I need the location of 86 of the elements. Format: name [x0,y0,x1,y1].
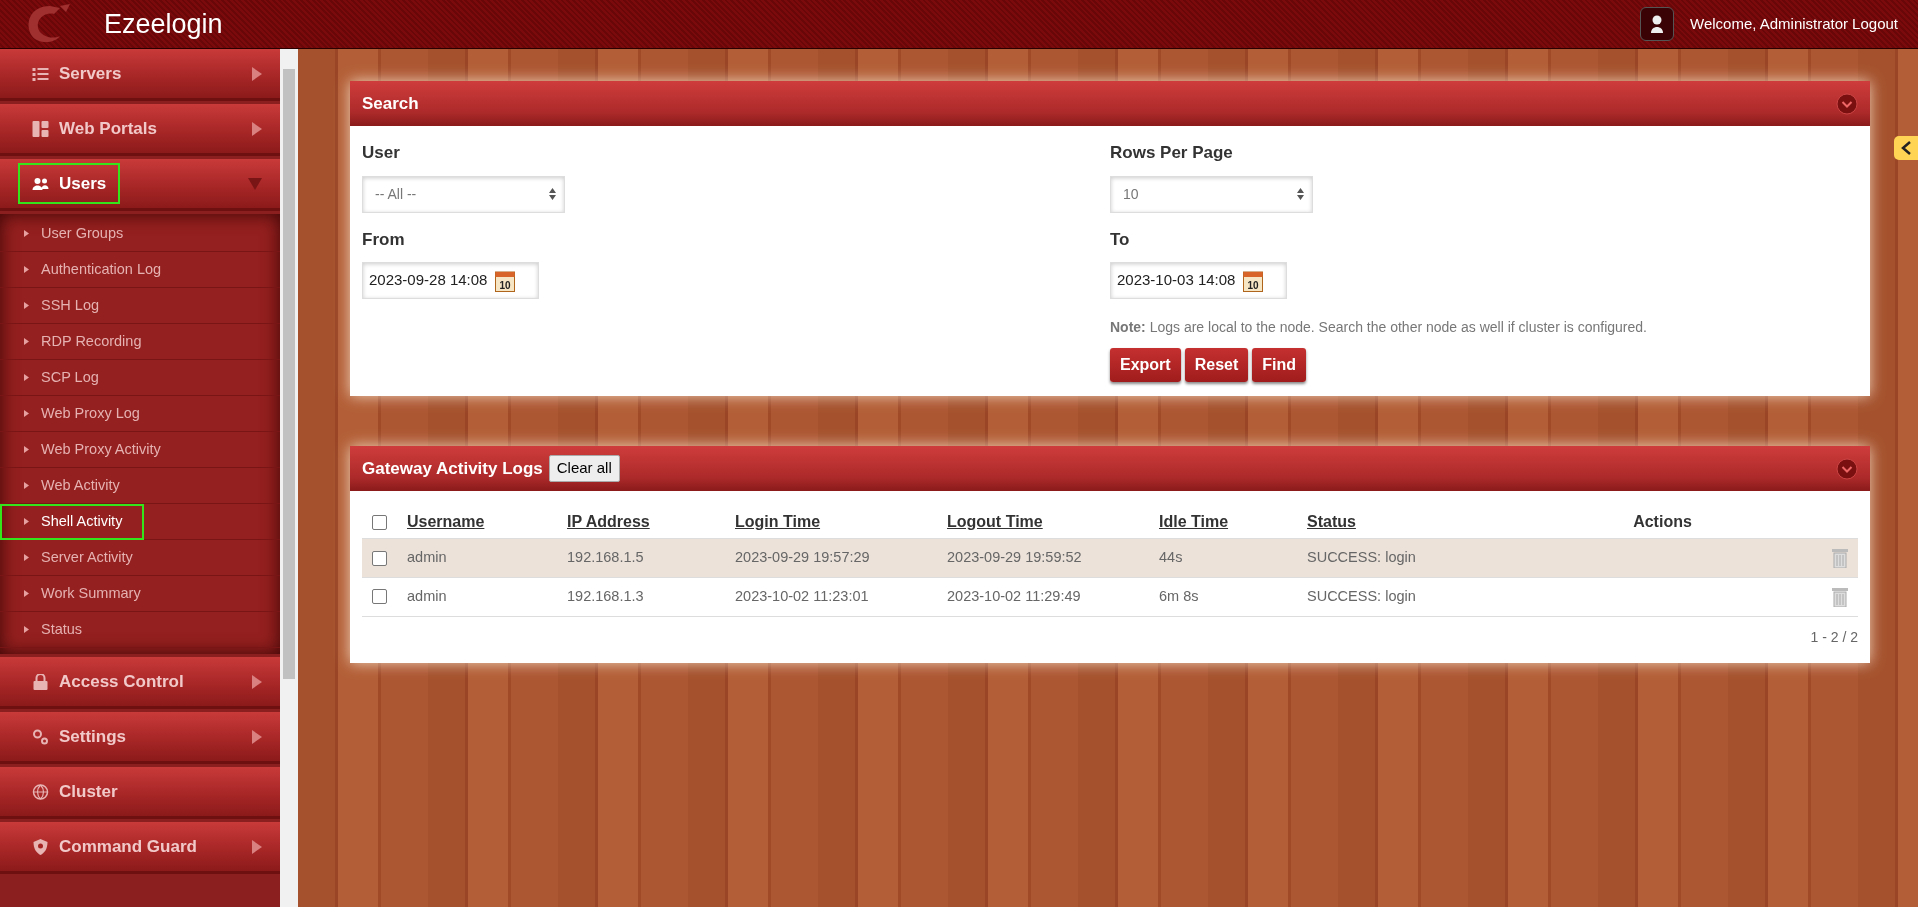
user-avatar-icon [1640,7,1674,41]
layout-icon [32,120,49,137]
caret-right-icon [24,410,29,417]
date-field[interactable]: 2023-10-03 14:08 10 [1110,262,1287,299]
caret-right-icon [252,66,262,81]
calendar-icon: 10 [495,269,516,292]
list-icon [32,65,49,82]
select-all-checkbox[interactable] [372,515,387,531]
select-field[interactable]: 10 [1110,175,1313,213]
caret-right-icon [24,446,29,453]
table-row[interactable]: admin 192.168.1.5 2023-09-29 19:57:29 2023-09-29 19:59:52 44s SUCCESS: login [362,538,1858,578]
select-field[interactable]: -- All -- [362,175,565,213]
caret-right-icon [24,302,29,309]
pagination-text: 1 - 2 / 2 [1810,628,1858,645]
users-icon [32,175,49,192]
caret-right-icon [24,518,29,525]
caret-right-icon [252,729,262,744]
caret-right-icon [24,554,29,561]
action-button[interactable]: Find [1252,348,1306,382]
sort-arrows-icon [549,188,556,200]
shield-icon [32,838,49,855]
collapse-icon [1836,92,1858,115]
table-cell: 2023-10-02 11:23:01 [735,587,869,604]
caret-right-icon [24,482,29,489]
table-cell: 2023-09-29 19:57:29 [735,549,870,565]
caret-right-icon [24,338,29,345]
caret-right-icon [24,626,29,633]
scrollbar[interactable] [280,49,298,907]
sidebar-menu-item[interactable]: Access Control [0,657,280,709]
table-cell: 2023-09-29 19:59:52 [947,549,1082,565]
clear-all-button[interactable]: Clear all [548,455,620,482]
date-field[interactable]: 2023-09-28 14:08 10 [362,262,539,299]
gears-icon [32,728,49,745]
brand-title: Ezeelogin [104,7,223,41]
panel-title: Gateway Activity Logs [362,457,543,480]
table-cell: admin [407,587,447,604]
table-row[interactable]: admin 192.168.1.3 2023-10-02 11:23:01 2023-10-02 11:29:49 6m 8s SUCCESS: login [362,577,1858,616]
caret-right-icon [24,374,29,381]
caret-right-icon [252,121,262,136]
caret-down-icon [248,177,262,190]
column-header-link[interactable]: Username [407,513,485,530]
globe-icon [32,783,49,800]
field-label: User [362,142,401,164]
table-cell: 44s [1159,549,1183,565]
lock-icon [32,673,49,690]
field-label: From [362,228,406,251]
calendar-icon: 10 [1243,269,1264,292]
table-cell: SUCCESS: login [1307,587,1416,604]
field-label: To [1110,228,1131,251]
note-text: Note: Logs are local to the node. Search the other node as well if cluster is configured. [1110,318,1648,337]
row-checkbox[interactable] [372,550,387,566]
chevron-left-icon [1901,141,1911,155]
table-cell: 192.168.1.5 [567,549,644,565]
sidebar-menu-item[interactable]: Cluster [0,767,280,819]
action-button[interactable]: Export [1110,348,1181,382]
row-checkbox[interactable] [372,589,387,605]
caret-right-icon [24,590,29,597]
sidebar-menu-item[interactable]: Servers [0,49,280,101]
column-header-link[interactable]: Login Time [735,513,821,530]
field-label: Rows Per Page [1110,142,1234,164]
panel-title: Search [362,92,420,115]
action-button[interactable]: Reset [1184,348,1249,382]
sidebar-menu-item[interactable]: Command Guard [0,822,280,874]
caret-right-icon [24,266,29,273]
column-header-link[interactable]: Status [1307,513,1356,530]
column-header-link[interactable]: Idle Time [1159,513,1229,530]
table-cell: 2023-10-02 11:29:49 [947,587,1081,604]
table-cell: SUCCESS: login [1307,549,1416,565]
column-header-link[interactable]: Logout Time [947,513,1043,530]
welcome-text: Welcome, Administrator [1690,13,1849,34]
caret-right-icon [252,839,262,854]
sidebar-menu-item[interactable]: Users [0,159,280,211]
table-cell: admin [407,549,447,565]
collapse-icon [1836,457,1858,480]
column-header-link[interactable]: IP Address [567,513,650,530]
collapse-tab-button[interactable] [1894,136,1918,160]
table-cell: 6m 8s [1159,587,1199,604]
sort-arrows-icon [1297,188,1304,200]
table-cell: 192.168.1.3 [567,587,644,604]
sidebar-menu-item[interactable]: Settings [0,712,280,764]
caret-right-icon [24,230,29,237]
caret-right-icon [252,674,262,689]
sidebar-menu-item[interactable]: Web Portals [0,104,280,156]
logout-link[interactable]: Logout [1852,12,1898,36]
column-header: Actions [1633,513,1692,530]
submenu-item[interactable]: Shell Activity [0,504,280,540]
